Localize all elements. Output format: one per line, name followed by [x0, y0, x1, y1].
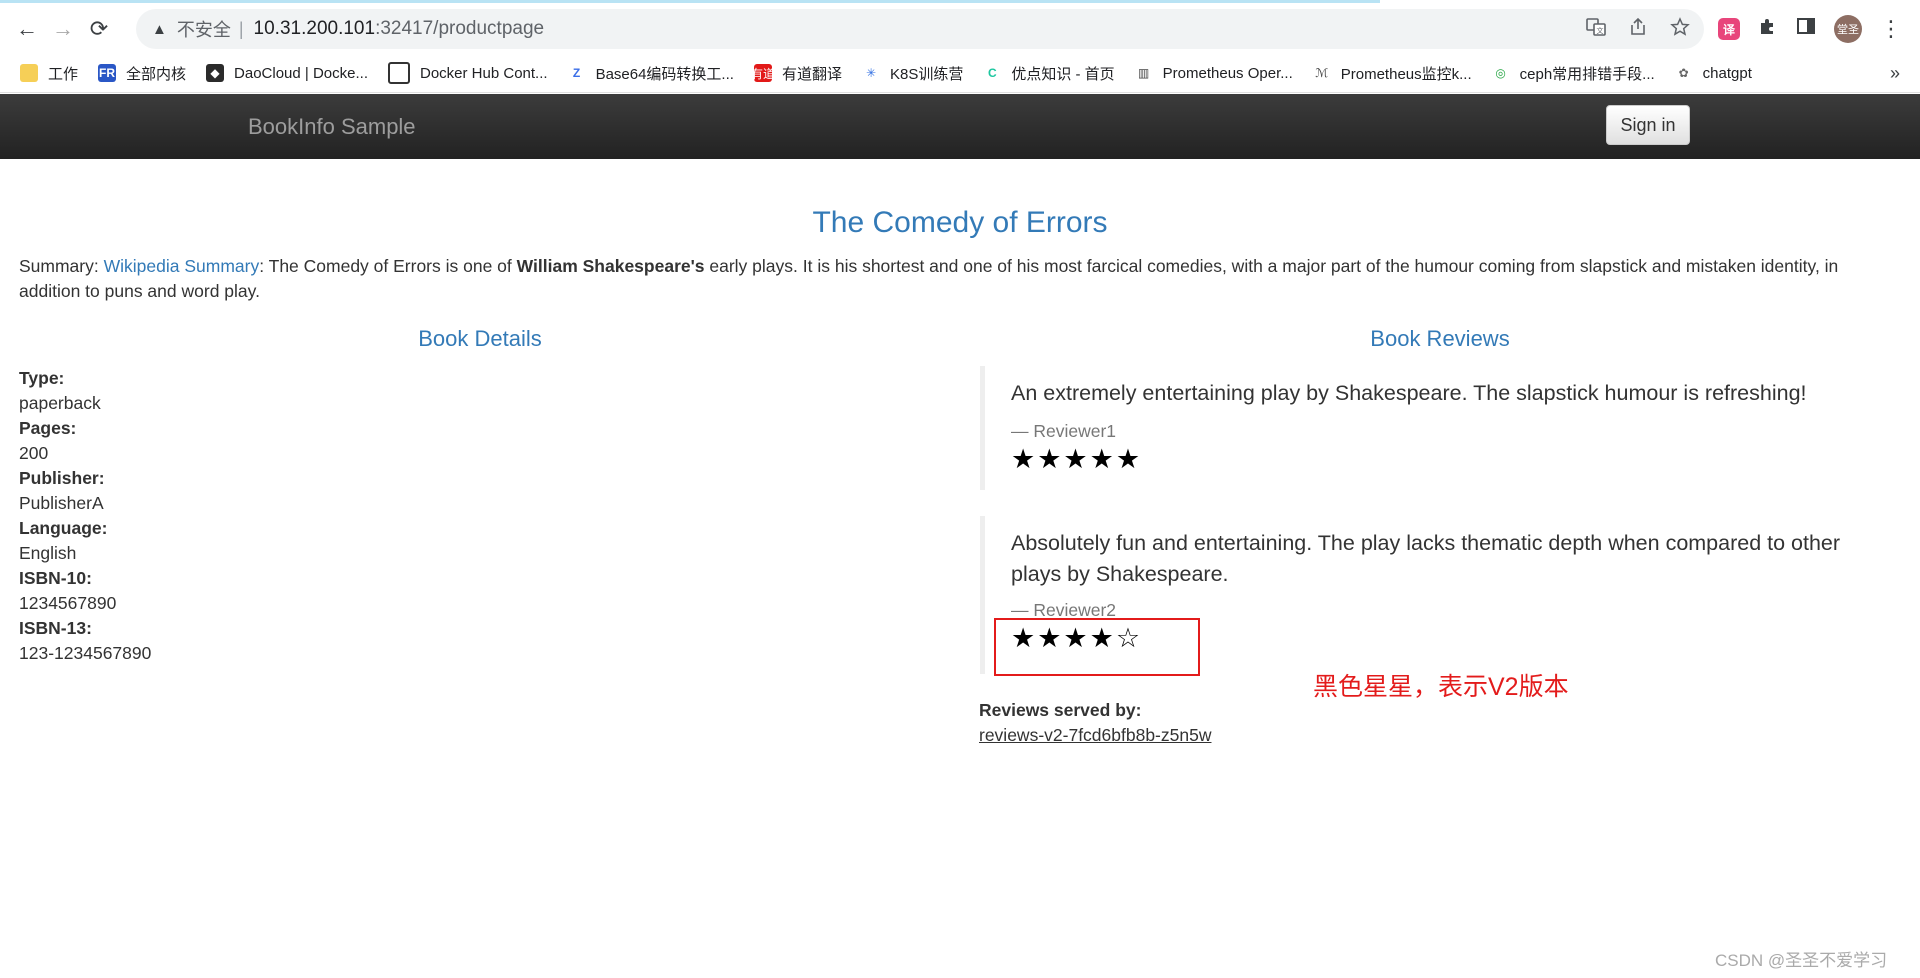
review-text: Absolutely fun and entertaining. The pla…: [1011, 531, 1841, 586]
bookmark-label: 工作: [48, 65, 79, 83]
bookmarks-bar: 工作 FR 全部内核 ◆ DaoCloud | Docke... Docker …: [0, 54, 1920, 93]
address-actions: 文: [1586, 9, 1690, 49]
svg-text:文: 文: [1597, 26, 1604, 35]
more-vert-icon[interactable]: ⋮: [1880, 16, 1902, 42]
bookmark-item[interactable]: ◎ ceph常用排错手段...: [1492, 63, 1655, 84]
ceph-icon: ◎: [1495, 66, 1506, 80]
avatar[interactable]: 堂圣: [1834, 15, 1862, 43]
bookmark-item[interactable]: C 优点知识 - 首页: [983, 63, 1115, 84]
bookmark-label: chatgpt: [1702, 64, 1752, 82]
detail-value-publisher: PublisherA: [19, 493, 104, 513]
back-button[interactable]: ←: [9, 11, 45, 47]
browser-toolbar: ← → ⟳ ▲ 不安全 | 10.31.200.101:32417/produc…: [0, 3, 1920, 54]
bookmark-item[interactable]: 有道 有道翻译: [751, 63, 842, 84]
detail-value-isbn13: 123-1234567890: [19, 643, 152, 663]
address-separator: |: [238, 18, 244, 39]
bookmark-item[interactable]: FR 全部内核: [98, 63, 186, 84]
reload-button[interactable]: ⟳: [81, 11, 117, 47]
detail-value-isbn10: 1234567890: [19, 593, 117, 613]
annotation-note: 黑色星星，表示V2版本: [1313, 673, 1569, 701]
bookmark-label: 全部内核: [126, 65, 187, 83]
star-rating: ★★★★★: [1011, 444, 1143, 474]
security-label[interactable]: 不安全: [177, 16, 231, 42]
star-icon[interactable]: [1670, 16, 1690, 42]
annotation-highlight-box: [994, 618, 1200, 676]
book-icon: ▥: [1138, 66, 1150, 80]
bookmark-item[interactable]: ✿ chatgpt: [1675, 64, 1752, 82]
arrow-left-icon: ←: [16, 15, 38, 41]
url-path: :32417/productpage: [375, 18, 545, 39]
review-card: An extremely entertaining play by Shakes…: [980, 366, 1891, 490]
bookmark-label: Prometheus Oper...: [1162, 64, 1293, 82]
chatgpt-icon: ✿: [1678, 66, 1689, 80]
zj-icon: Z: [572, 66, 581, 80]
detail-value-pages: 200: [19, 443, 49, 463]
app-navbar: BookInfo Sample Sign in: [0, 94, 1920, 159]
bookmark-item[interactable]: 工作: [20, 63, 78, 84]
book-details-heading: Book Details: [418, 326, 542, 351]
translate-extension-icon[interactable]: 译: [1718, 18, 1740, 40]
reviewer-name: — Reviewer1: [1011, 421, 1117, 441]
reload-icon: ⟳: [89, 15, 109, 41]
detail-label-type: Type:: [19, 368, 65, 388]
wikipedia-summary-link[interactable]: Wikipedia Summary: [104, 256, 260, 276]
book-reviews-heading: Book Reviews: [1370, 326, 1510, 351]
bookmark-item[interactable]: ✳ K8S训练营: [862, 63, 963, 84]
book-summary: Summary: Wikipedia Summary: The Comedy o…: [19, 254, 1889, 304]
extensions-area: 译 堂圣 ⋮: [1718, 9, 1902, 49]
bookmark-item[interactable]: ◆ DaoCloud | Docke...: [206, 64, 368, 82]
prometheus-icon: ℳ: [1315, 66, 1329, 80]
puzzle-icon[interactable]: [1758, 16, 1778, 42]
bookmark-item[interactable]: ℳ Prometheus监控k...: [1313, 63, 1472, 84]
daocloud-icon: ◆: [206, 64, 225, 82]
translate-icon[interactable]: 文: [1586, 17, 1606, 42]
review-text: An extremely entertaining play by Shakes…: [1011, 381, 1807, 405]
book-details-list: Type: paperback Pages: 200 Publisher: Pu…: [19, 366, 151, 666]
brand-link[interactable]: BookInfo Sample: [248, 114, 416, 140]
bookmark-label: K8S训练营: [889, 65, 964, 83]
docker-icon: [388, 62, 410, 84]
url-host: 10.31.200.101: [253, 18, 376, 39]
bookmark-label: DaoCloud | Docke...: [234, 64, 368, 82]
detail-value-type: paperback: [19, 393, 101, 413]
reviews-served-by-label: Reviews served by:: [979, 700, 1142, 720]
summary-prefix: Summary:: [19, 256, 104, 276]
detail-label-pages: Pages:: [19, 418, 77, 438]
detail-label-language: Language:: [19, 518, 108, 538]
bookmarks-more-button[interactable]: »: [1890, 63, 1900, 84]
address-bar[interactable]: ▲ 不安全 | 10.31.200.101:32417/productpage …: [136, 9, 1704, 49]
bookmark-label: Docker Hub Cont...: [420, 64, 548, 82]
bookmark-item[interactable]: Docker Hub Cont...: [388, 62, 548, 84]
forward-button[interactable]: →: [45, 11, 81, 47]
bookmark-item[interactable]: ▥ Prometheus Oper...: [1135, 64, 1293, 82]
detail-label-isbn13: ISBN-13:: [19, 618, 92, 638]
arrow-right-icon: →: [52, 15, 74, 41]
youdao-icon: 有道: [751, 64, 775, 82]
detail-value-language: English: [19, 543, 77, 563]
reviews-served-by-value: reviews-v2-7fcd6bfb8b-z5n5w: [979, 725, 1212, 745]
bookmark-label: 有道翻译: [781, 65, 842, 83]
summary-text: : The Comedy of Errors is one of: [259, 256, 517, 276]
summary-author: William Shakespeare's: [516, 256, 705, 276]
watermark: CSDN @圣圣不爱学习: [1715, 951, 1888, 970]
detail-label-isbn10: ISBN-10:: [19, 568, 92, 588]
bookmark-label: ceph常用排错手段...: [1519, 65, 1655, 83]
side-panel-icon[interactable]: [1796, 16, 1816, 42]
folder-icon: [20, 64, 38, 82]
sign-in-button[interactable]: Sign in: [1606, 105, 1690, 145]
bookmark-label: Prometheus监控k...: [1340, 65, 1472, 83]
detail-label-publisher: Publisher:: [19, 468, 105, 488]
share-icon[interactable]: [1628, 17, 1648, 42]
k8s-icon: ✳: [865, 66, 876, 80]
fr-icon: FR: [98, 64, 117, 82]
warning-icon: ▲: [152, 20, 167, 38]
bookmark-item[interactable]: Z Base64编码转换工...: [568, 63, 734, 84]
page-title: The Comedy of Errors: [812, 206, 1108, 239]
bookmark-label: Base64编码转换工...: [595, 65, 734, 83]
bookmark-label: 优点知识 - 首页: [1011, 65, 1115, 83]
youdian-icon: C: [987, 66, 997, 80]
